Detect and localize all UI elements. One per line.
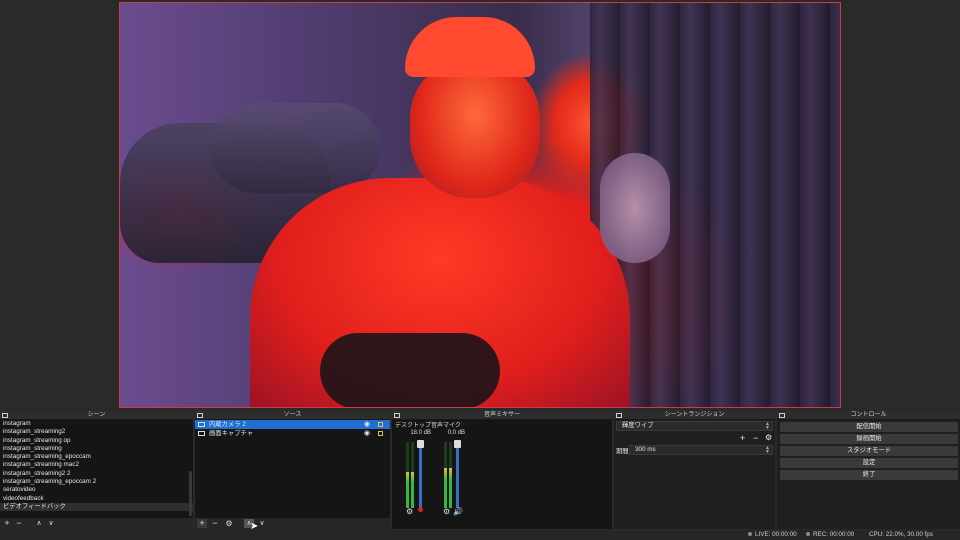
sleeve-shape xyxy=(320,333,500,407)
remove-transition-button[interactable]: − xyxy=(753,433,758,443)
mute-icon[interactable] xyxy=(418,505,423,514)
person-cap-shape xyxy=(405,17,535,77)
sources-dock: ソース 内蔵カメラ 2 ◉ 画面キャプチャ ◉ + − ⚙ ∧ ∨ xyxy=(195,411,390,529)
cpu-status: CPU: 22.0%, 30.00 fps xyxy=(869,531,934,538)
dock-float-icon[interactable] xyxy=(779,413,785,418)
scene-item[interactable]: instagram_streaming_epoccam 2 xyxy=(0,478,193,486)
studio-mode-button[interactable]: スタジオモード xyxy=(780,446,958,456)
source-item[interactable]: 画面キャプチャ ◉ xyxy=(195,429,390,438)
add-source-button[interactable]: + xyxy=(197,519,207,528)
channel-settings-gear-icon[interactable]: ⚙ xyxy=(443,507,450,516)
chevron-updown-icon: ▲ ▼ xyxy=(765,421,770,431)
channel-settings-gear-icon[interactable]: ⚙ xyxy=(406,507,413,516)
remove-scene-button[interactable]: − xyxy=(14,519,24,528)
scenes-list[interactable]: instagram instagram_streaming2 instagram… xyxy=(0,420,193,518)
scene-item[interactable]: instagram_streaming op xyxy=(0,437,193,445)
sources-toolbar: + − ⚙ ∧ ∨ xyxy=(195,518,390,529)
settings-button[interactable]: 設定 xyxy=(780,458,958,468)
status-bar: LIVE: 00:00:00 REC: 00:00:00 CPU: 22.0%,… xyxy=(0,530,960,540)
scenes-dock-title: シーン xyxy=(0,411,193,420)
scenes-scrollbar[interactable] xyxy=(189,471,192,516)
transition-settings-gear-icon[interactable]: ⚙ xyxy=(765,433,772,442)
scene-item[interactable]: instagram_streaming mac2 xyxy=(0,461,193,469)
mixer-body: デスクトップ音声 18.0 dB ⚙ マイク 0.0 dB ⚙ 🔊 xyxy=(392,420,612,529)
transitions-body: 輝度ワイプ ▲ ▼ + − ⚙ 期間 300 ms ▲ ▼ xyxy=(614,420,775,529)
mixer-channel-desktop: デスクトップ音声 18.0 dB ⚙ xyxy=(394,420,444,518)
camera-icon xyxy=(198,422,205,427)
channel-db: 18.0 dB xyxy=(410,430,431,436)
volume-fader[interactable] xyxy=(454,440,461,508)
preview-area xyxy=(0,0,960,410)
controls-dock-title: コントロール xyxy=(777,411,960,420)
scene-item[interactable]: instagram xyxy=(0,420,193,428)
speaker-icon[interactable]: 🔊 xyxy=(453,507,463,516)
add-scene-button[interactable]: + xyxy=(2,519,12,528)
audio-mixer-dock: 音声ミキサー デスクトップ音声 18.0 dB ⚙ マイク 0.0 dB ⚙ 🔊 xyxy=(392,411,612,529)
mixer-dock-title: 音声ミキサー xyxy=(392,411,612,420)
controls-body: 配信開始 録画開始 スタジオモード 設定 終了 xyxy=(777,420,960,529)
source-label: 画面キャプチャ xyxy=(209,430,254,437)
source-settings-gear-icon[interactable]: ⚙ xyxy=(224,519,234,528)
scene-item[interactable]: videofeedback xyxy=(0,495,193,503)
transitions-dock-title: シーントランジション xyxy=(614,411,775,420)
move-source-down-button[interactable]: ∨ xyxy=(257,519,267,528)
monitor-icon xyxy=(198,431,205,436)
source-item-selected[interactable]: 内蔵カメラ 2 ◉ xyxy=(195,420,390,429)
visibility-eye-icon[interactable]: ◉ xyxy=(364,420,370,429)
rec-status: REC: 00:00:00 xyxy=(806,530,854,540)
scene-item-selected[interactable]: ビデオフィードバック xyxy=(0,502,193,512)
channel-name: デスクトップ音声 xyxy=(395,423,444,429)
program-preview-canvas[interactable] xyxy=(119,2,841,408)
fader-handle[interactable] xyxy=(454,440,461,448)
scene-transitions-dock: シーントランジション 輝度ワイプ ▲ ▼ + − ⚙ 期間 300 ms ▲ ▼ xyxy=(614,411,775,529)
chevron-updown-icon: ▲ ▼ xyxy=(765,445,770,455)
controls-dock: コントロール 配信開始 録画開始 スタジオモード 設定 終了 xyxy=(777,411,960,529)
person-head-shape xyxy=(410,58,540,198)
move-scene-up-button[interactable]: ∧ xyxy=(34,519,44,528)
rec-dot-icon xyxy=(806,532,810,537)
exit-button[interactable]: 終了 xyxy=(780,470,958,480)
move-scene-down-button[interactable]: ∨ xyxy=(46,519,56,528)
transition-select[interactable]: 輝度ワイプ ▲ ▼ xyxy=(616,421,773,431)
live-status: LIVE: 00:00:00 xyxy=(748,530,797,540)
scene-item[interactable]: instagram_streaming2 2 xyxy=(0,470,193,478)
sources-list[interactable]: 内蔵カメラ 2 ◉ 画面キャプチャ ◉ xyxy=(195,420,390,518)
volume-meter xyxy=(449,442,452,508)
channel-db: 0.0 dB xyxy=(447,430,465,436)
scene-item[interactable]: instagram_streaming2 xyxy=(0,428,193,436)
volume-meter xyxy=(406,442,409,508)
duration-label: 期間 xyxy=(616,448,629,455)
volume-meter xyxy=(411,442,414,508)
channel-name: マイク xyxy=(443,423,461,429)
hand-shape xyxy=(600,153,670,263)
start-streaming-button[interactable]: 配信開始 xyxy=(780,422,958,432)
dock-float-icon[interactable] xyxy=(394,413,400,418)
duration-spinbox[interactable]: 300 ms ▲ ▼ xyxy=(629,445,773,455)
visibility-eye-icon[interactable]: ◉ xyxy=(364,429,370,438)
dock-float-icon[interactable] xyxy=(197,413,203,418)
scenes-toolbar: + − ∧ ∨ xyxy=(0,518,193,529)
lock-icon[interactable] xyxy=(378,422,383,427)
scenes-dock: シーン instagram instagram_streaming2 insta… xyxy=(0,411,193,529)
sources-dock-title: ソース xyxy=(195,411,390,420)
live-dot-icon xyxy=(748,532,752,537)
start-recording-button[interactable]: 録画開始 xyxy=(780,434,958,444)
scene-item[interactable]: instagram_streaming_epoccam xyxy=(0,453,193,461)
volume-fader[interactable] xyxy=(417,440,424,508)
lock-icon[interactable] xyxy=(378,431,383,436)
seat-shape xyxy=(210,103,380,193)
remove-source-button[interactable]: − xyxy=(210,519,220,528)
mixer-channel-mic: マイク 0.0 dB ⚙ 🔊 xyxy=(442,420,466,518)
volume-meter xyxy=(444,442,447,508)
add-transition-button[interactable]: + xyxy=(740,433,745,443)
fader-handle[interactable] xyxy=(417,440,424,448)
dock-float-icon[interactable] xyxy=(616,413,622,418)
scene-item[interactable]: instagram_streaming xyxy=(0,445,193,453)
source-label: 内蔵カメラ 2 xyxy=(209,421,246,428)
scene-item[interactable]: seratovideo xyxy=(0,486,193,494)
mouse-cursor-icon: ➤ xyxy=(250,521,259,532)
dock-float-icon[interactable] xyxy=(2,413,8,418)
